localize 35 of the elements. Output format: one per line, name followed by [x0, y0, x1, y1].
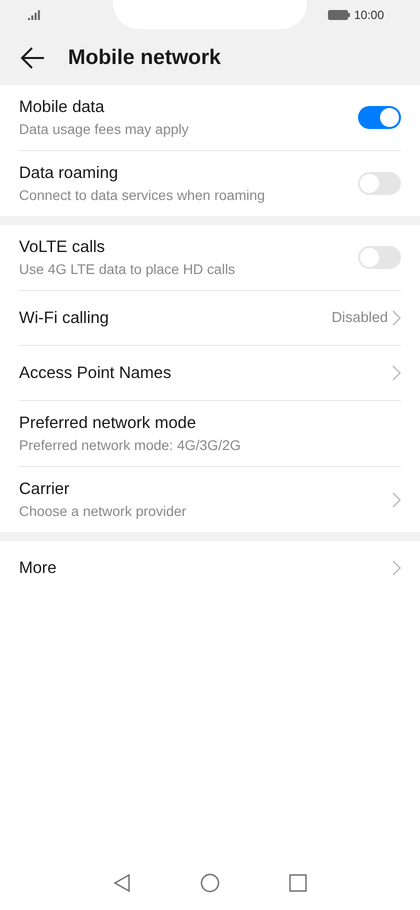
battery-icon	[328, 10, 350, 20]
settings-row[interactable]: VoLTE calls Use 4G LTE data to place HD calls	[19, 225, 401, 290]
settings-row[interactable]: Preferred network mode Preferred network mode: 4G/3G/2G	[19, 400, 401, 466]
setting-title: VoLTE calls	[19, 238, 106, 257]
setting-title: Access Point Names	[19, 364, 172, 382]
page-title: Mobile network	[68, 46, 221, 70]
chevron-right-icon	[392, 365, 401, 381]
setting-subtitle: Connect to data services when roaming	[19, 187, 265, 203]
setting-subtitle: Choose a network provider	[19, 503, 186, 519]
setting-title: Data roaming	[19, 164, 120, 183]
recents-nav-button[interactable]	[289, 874, 307, 892]
chevron-right-icon	[392, 560, 401, 576]
home-nav-button[interactable]	[200, 873, 220, 893]
setting-subtitle: Data usage fees may apply	[19, 121, 189, 137]
back-nav-button[interactable]	[113, 873, 131, 893]
chevron-right-icon	[392, 310, 401, 326]
toggle-switch[interactable]	[358, 172, 401, 195]
settings-row[interactable]: Wi-Fi calling Disabled	[19, 290, 401, 345]
toggle-switch[interactable]	[358, 246, 401, 269]
settings-row[interactable]: Mobile data Data usage fees may apply	[19, 85, 401, 150]
setting-subtitle: Preferred network mode: 4G/3G/2G	[19, 437, 241, 453]
setting-subtitle: Use 4G LTE data to place HD calls	[19, 261, 236, 277]
setting-title: More	[19, 558, 57, 578]
back-button[interactable]	[20, 44, 46, 70]
setting-title: Carrier	[19, 480, 70, 499]
setting-value: Disabled	[332, 310, 388, 326]
toggle-switch[interactable]	[358, 106, 401, 129]
setting-title: Mobile data	[19, 98, 106, 117]
signal-icon	[28, 10, 41, 20]
chevron-right-icon	[392, 492, 401, 508]
setting-title: Preferred network mode	[19, 414, 197, 433]
settings-row[interactable]: More	[19, 541, 401, 595]
settings-row[interactable]: Access Point Names	[19, 345, 401, 400]
setting-title: Wi-Fi calling	[19, 308, 109, 328]
status-time: 10:00	[354, 8, 384, 22]
